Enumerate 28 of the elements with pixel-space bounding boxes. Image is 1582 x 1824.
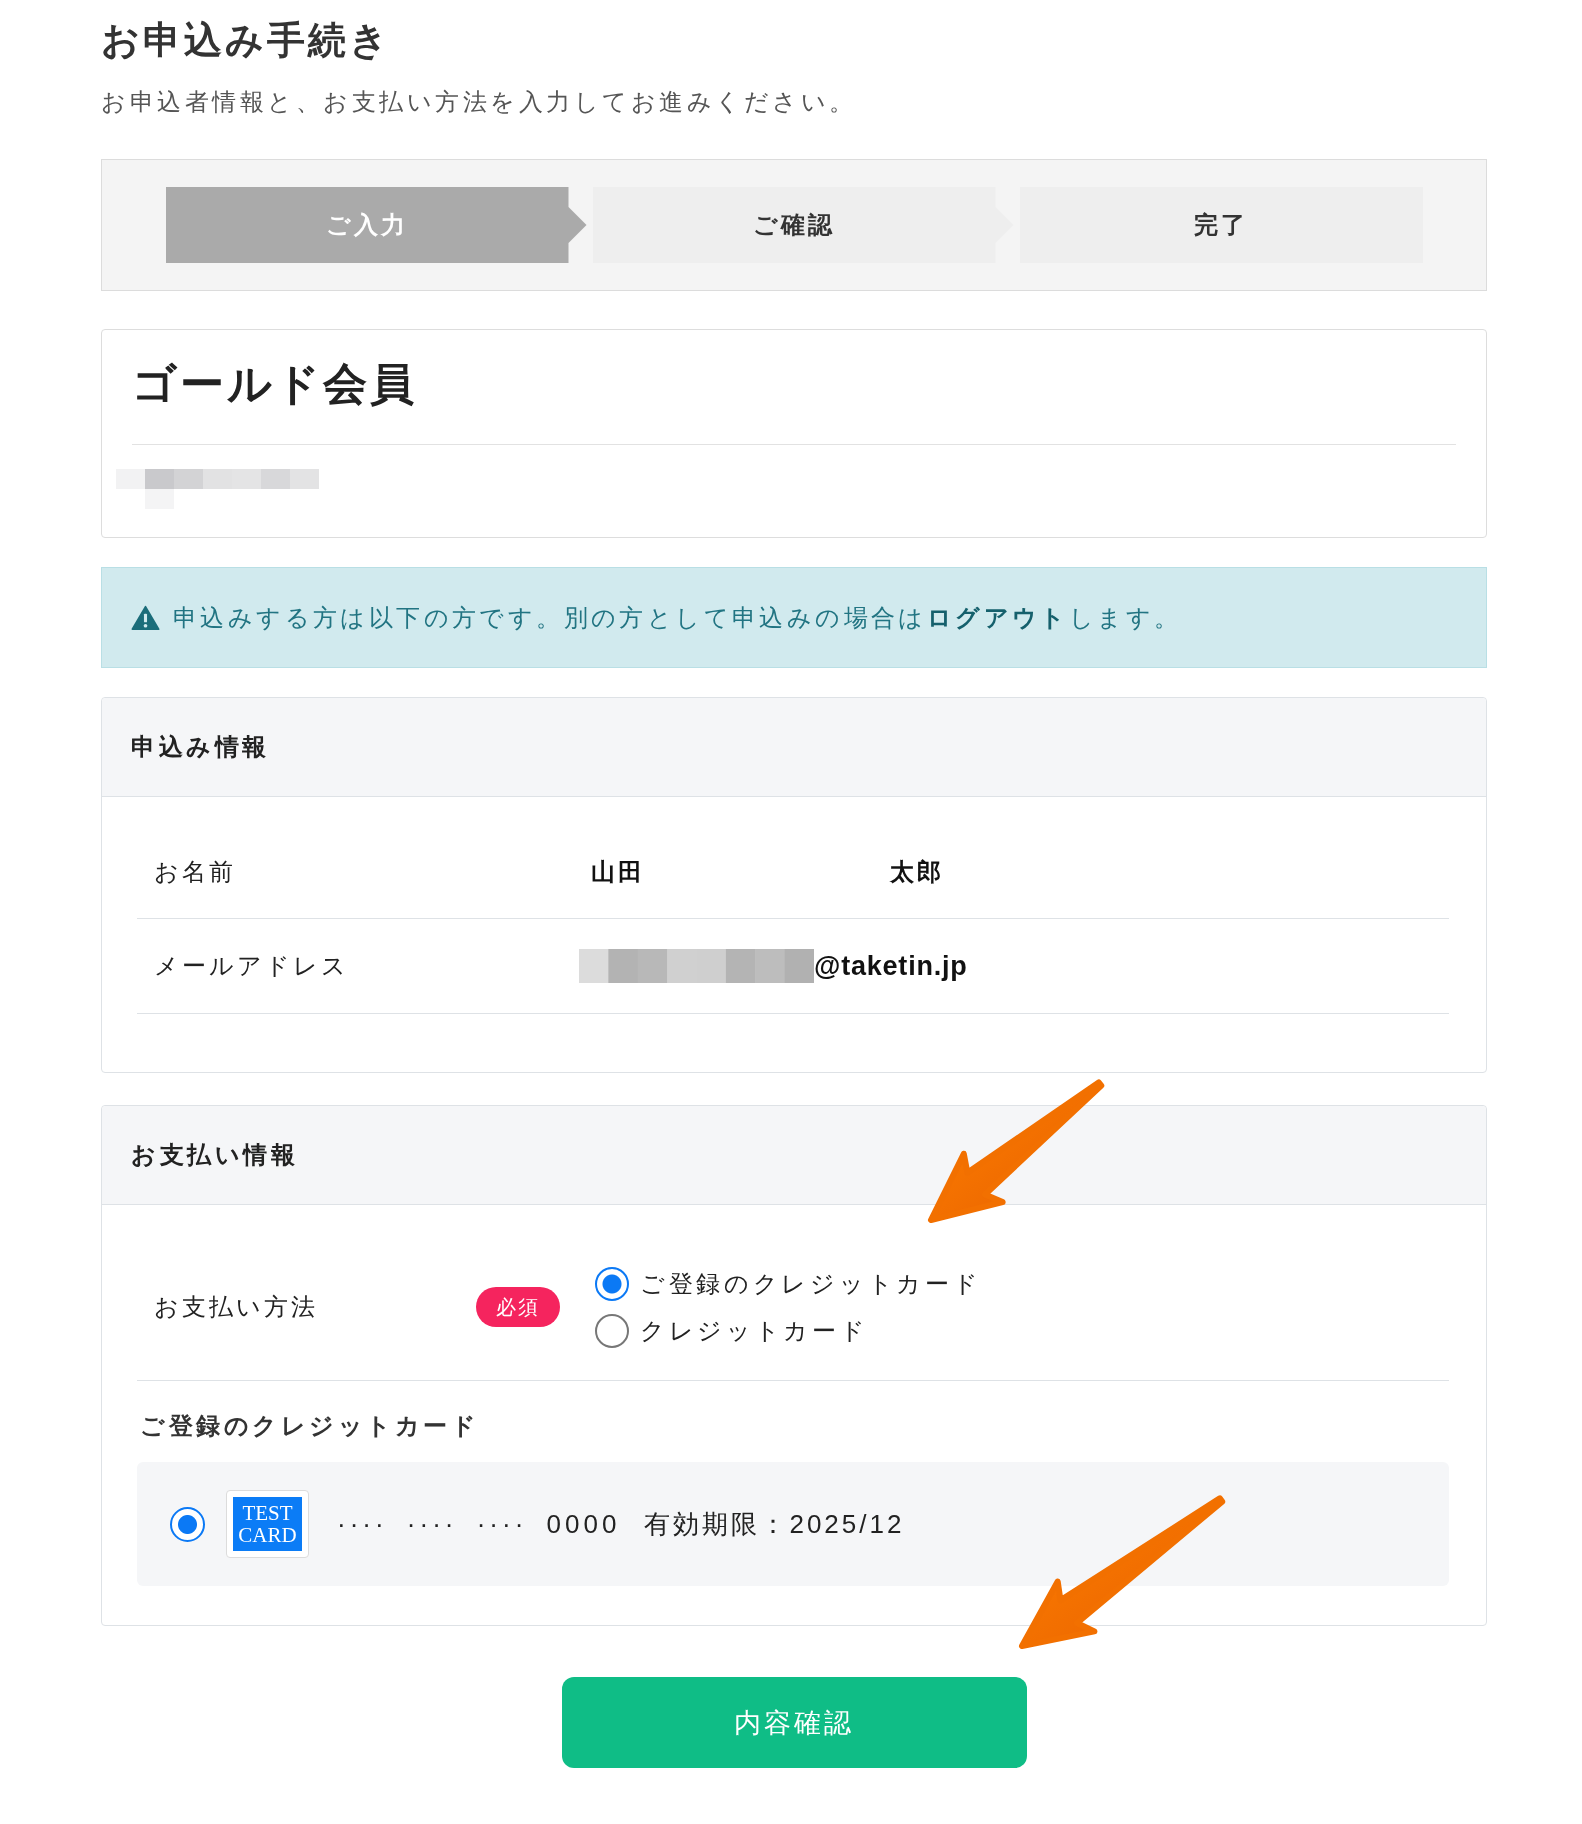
step-indicator: 完了: [1019, 187, 1423, 263]
section-title: 申込み情報: [131, 732, 270, 762]
email-value: @taketin.jp: [814, 950, 968, 982]
page-title: お申込み手続き: [101, 18, 391, 63]
saved-cards-heading: ご登録のクレジットカード: [140, 1411, 480, 1441]
radio-button[interactable]: [595, 1313, 629, 1348]
field-value: 太郎: [890, 857, 944, 887]
card-number: ···· ···· ···· 0000: [337, 1508, 621, 1540]
card-brand-label: TEST CARD: [233, 1497, 302, 1551]
field-value: 山田: [591, 857, 646, 887]
field-label: お支払い方法: [154, 1292, 318, 1322]
option-label[interactable]: ご登録のクレジットカード: [640, 1267, 982, 1300]
field-label: お名前: [154, 858, 236, 885]
plan-title: ゴールド会員: [132, 358, 417, 410]
logout-link[interactable]: ログアウト: [926, 603, 1069, 631]
radio-button[interactable]: [595, 1266, 629, 1301]
option-label[interactable]: クレジットカード: [640, 1314, 869, 1347]
page-subtitle: お申込者情報と、お支払い方法を入力してお進みください。: [101, 87, 858, 117]
alert-message: 申込みする方は以下の方です。別の方として申込みの場合は ログアウト します。: [173, 602, 1182, 633]
field-label: メールアドレス: [154, 952, 349, 979]
warning-icon: [131, 604, 160, 631]
saved-card-item[interactable]: TEST CARD ···· ···· ···· 0000 有効期限：2025/12: [137, 1462, 1449, 1586]
radio-button[interactable]: [170, 1506, 205, 1542]
card-expiry: 有効期限：2025/12: [644, 1507, 905, 1541]
required-badge: 必須: [476, 1287, 560, 1327]
section-title: お支払い情報: [131, 1140, 298, 1170]
step-indicator: ご確認: [592, 187, 1014, 263]
step-indicator: ご入力: [165, 187, 587, 263]
